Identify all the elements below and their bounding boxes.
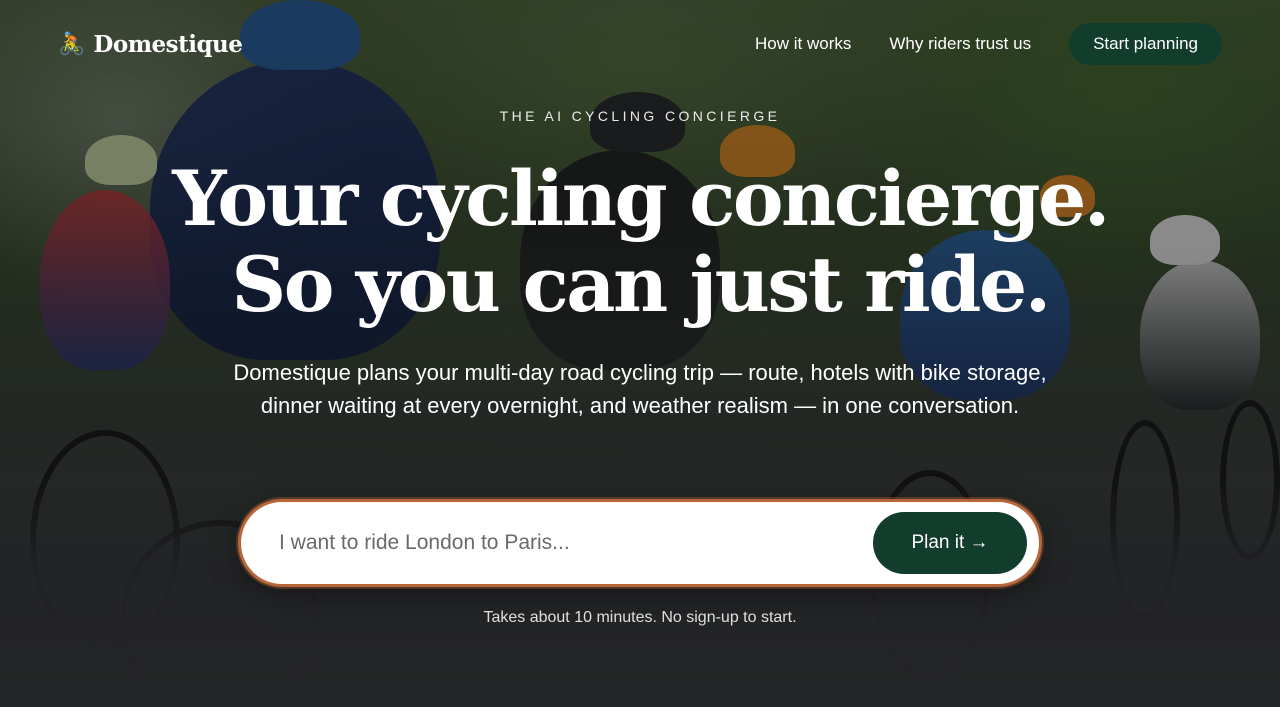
nav-link-why-riders-trust-us[interactable]: Why riders trust us [889, 34, 1031, 54]
headline-line-2: So you can just ride. [231, 240, 1051, 329]
hero-eyebrow: THE AI CYCLING CONCIERGE [499, 108, 781, 124]
trip-prompt-input[interactable] [279, 531, 873, 555]
nav-link-how-it-works[interactable]: How it works [755, 34, 851, 54]
cyclist-icon: 🚴 [58, 31, 86, 56]
brand-logo[interactable]: 🚴 Domestique [58, 30, 243, 58]
top-nav: 🚴 Domestique How it works Why riders tru… [58, 22, 1222, 66]
hero-note: Takes about 10 minutes. No sign-up to st… [483, 609, 797, 626]
start-planning-button[interactable]: Start planning [1069, 23, 1222, 65]
trip-prompt-form: Plan it → [238, 499, 1042, 587]
nav-links: How it works Why riders trust us Start p… [755, 23, 1222, 65]
headline-line-1: Your cycling concierge. [172, 154, 1110, 243]
dark-overlay [0, 0, 1280, 707]
brand-name: Domestique [93, 30, 243, 58]
plan-it-button[interactable]: Plan it → [873, 512, 1027, 574]
hero-headline: Your cycling concierge. So you can just … [0, 156, 1280, 328]
hero-subhead: Domestique plans your multi-day road cyc… [233, 360, 1047, 418]
